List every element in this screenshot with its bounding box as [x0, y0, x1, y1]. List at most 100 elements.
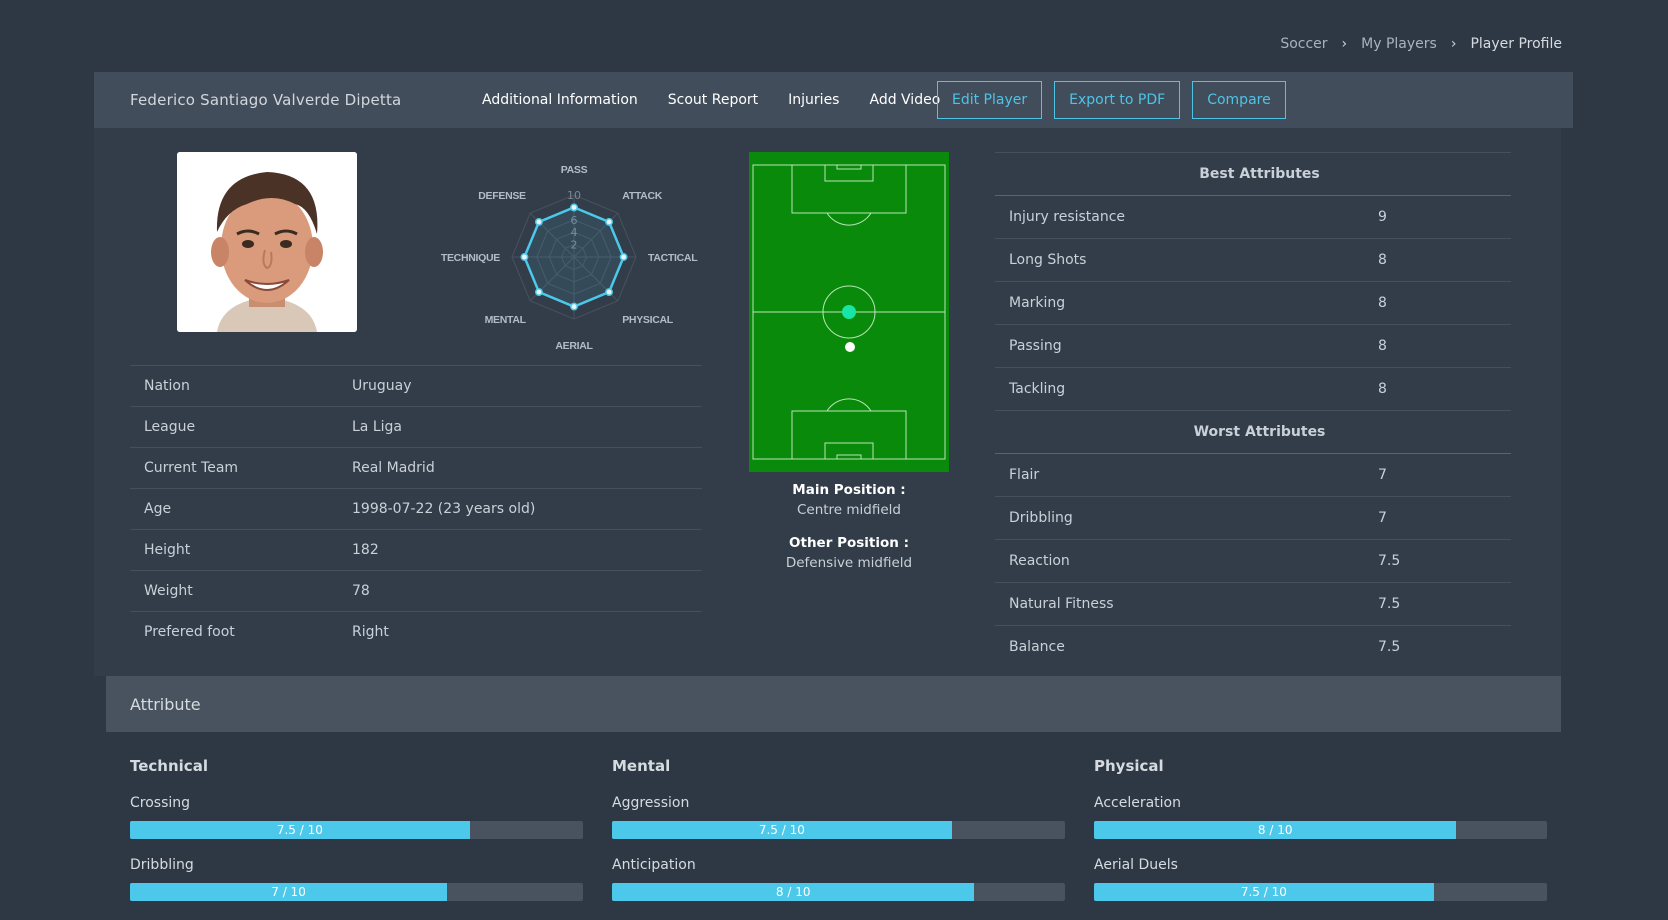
- info-row: League La Liga: [130, 406, 702, 448]
- attribute-value: 7: [1378, 453, 1511, 497]
- section-title: Worst Attributes: [995, 410, 1511, 454]
- attribute-name: Passing: [995, 324, 1378, 368]
- attribute-radar-chart: 246810PASSATTACKTACTICALPHYSICALAERIALME…: [441, 164, 699, 352]
- info-label: League: [130, 406, 352, 448]
- attribute-bar-label: Acceleration: [1094, 795, 1181, 811]
- attribute-bar-label: Aggression: [612, 795, 690, 811]
- attribute-bar-label: Crossing: [130, 795, 191, 811]
- radar-point: [570, 203, 578, 212]
- attribute-name: Reaction: [995, 539, 1378, 583]
- attribute-value: 7.5: [1378, 539, 1511, 583]
- info-label: Current Team: [130, 447, 352, 489]
- radar-axis-label: MENTAL: [485, 314, 527, 326]
- position-pitch: [749, 152, 949, 472]
- attribute-progress-bar: 8 / 10: [612, 883, 1065, 901]
- info-row: Nation Uruguay: [130, 365, 702, 407]
- main-position-marker: [842, 305, 856, 319]
- attribute-row: Natural Fitness 7.5: [995, 582, 1511, 626]
- attribute-progress-fill: 7.5 / 10: [612, 821, 952, 839]
- attribute-value: 9: [1378, 195, 1511, 239]
- attribute-name: Dribbling: [995, 496, 1378, 540]
- info-value: 1998-07-22 (23 years old): [352, 488, 702, 530]
- info-label: Prefered foot: [130, 611, 352, 652]
- attribute-value: 8: [1378, 324, 1511, 368]
- radar-tick-label: 10: [567, 189, 581, 202]
- info-value: Right: [352, 611, 702, 652]
- info-label: Weight: [130, 570, 352, 612]
- section-title: Best Attributes: [995, 152, 1511, 196]
- info-row: Prefered foot Right: [130, 611, 702, 652]
- info-value: La Liga: [352, 406, 702, 448]
- attribute-name: Tackling: [995, 367, 1378, 411]
- attribute-row: Tackling 8: [995, 367, 1511, 411]
- player-header: Federico Santiago Valverde Dipetta Addit…: [94, 72, 1573, 128]
- attribute-name: Long Shots: [995, 238, 1378, 282]
- compare-button[interactable]: Compare: [1192, 81, 1286, 119]
- attribute-bar-item: Crossing 7.5 / 10: [130, 795, 583, 839]
- attribute-name: Natural Fitness: [995, 582, 1378, 626]
- breadcrumb-current: Player Profile: [1470, 36, 1562, 52]
- chevron-right-icon: ›: [1450, 36, 1457, 52]
- other-position-value: Defensive midfield: [785, 555, 913, 571]
- attribute-name: Balance: [995, 625, 1378, 668]
- edit-player-button[interactable]: Edit Player: [937, 81, 1043, 119]
- attribute-column-physical: Physical Acceleration 8 / 10 Aerial Duel…: [1094, 757, 1547, 919]
- info-value: 182: [352, 529, 702, 571]
- main-position-value: Centre midfield: [796, 502, 902, 518]
- attribute-bar-item: Aerial Duels 7.5 / 10: [1094, 857, 1547, 901]
- attribute-bar-item: Dribbling 7 / 10: [130, 857, 583, 901]
- radar-point: [534, 217, 543, 226]
- attribute-bar-item: Anticipation 8 / 10: [612, 857, 1065, 901]
- attribute-row: Balance 7.5: [995, 625, 1511, 668]
- other-position-title: Other Position :: [789, 535, 909, 551]
- info-row: Age 1998-07-22 (23 years old): [130, 488, 702, 530]
- attribute-bar-label: Dribbling: [130, 857, 194, 873]
- player-photo: [177, 152, 357, 332]
- best-title-heading: Best Attributes: [995, 152, 1511, 196]
- attribute-progress-fill: 7.5 / 10: [1094, 883, 1434, 901]
- attribute-progress-bar: 7.5 / 10: [130, 821, 583, 839]
- attribute-bar-label: Anticipation: [612, 857, 696, 873]
- radar-axis-label: DEFENSE: [478, 190, 526, 202]
- export-pdf-button[interactable]: Export to PDF: [1054, 81, 1181, 119]
- radar-point: [570, 302, 578, 311]
- info-value: Real Madrid: [352, 447, 702, 489]
- radar-point: [534, 288, 543, 297]
- info-label: Nation: [130, 365, 352, 407]
- attribute-section-header: Attribute: [106, 676, 1561, 732]
- player-nav: Additional Information Scout Report Inju…: [482, 92, 970, 108]
- attribute-row: Marking 8: [995, 281, 1511, 325]
- attribute-bar-label: Aerial Duels: [1094, 857, 1178, 873]
- radar-axis-label: AERIAL: [555, 340, 593, 352]
- attribute-column-mental: Mental Aggression 7.5 / 10 Anticipation …: [612, 757, 1065, 919]
- attribute-row: Passing 8: [995, 324, 1511, 368]
- attribute-name: Flair: [995, 453, 1378, 497]
- attribute-column-title: Mental: [612, 757, 671, 775]
- attribute-progress-fill: 7.5 / 10: [130, 821, 470, 839]
- worst-title-heading: Worst Attributes: [995, 410, 1511, 454]
- breadcrumb-soccer[interactable]: Soccer: [1280, 36, 1327, 52]
- nav-additional-information[interactable]: Additional Information: [482, 92, 638, 108]
- attribute-name: Marking: [995, 281, 1378, 325]
- nav-injuries[interactable]: Injuries: [788, 92, 839, 108]
- attribute-progress-bar: 7.5 / 10: [612, 821, 1065, 839]
- info-row: Weight 78: [130, 570, 702, 612]
- main-position-block: Main Position : Centre midfield: [749, 482, 949, 518]
- nav-add-video[interactable]: Add Video: [869, 92, 940, 108]
- player-name: Federico Santiago Valverde Dipetta: [130, 91, 402, 109]
- attribute-bar-item: Acceleration 8 / 10: [1094, 795, 1547, 839]
- breadcrumb-my-players[interactable]: My Players: [1361, 36, 1437, 52]
- info-label: Age: [130, 488, 352, 530]
- best-worst-attributes-table: Best Attributes Injury resistance 9 Long S…: [995, 152, 1511, 668]
- attribute-progress-bar: 7.5 / 10: [1094, 883, 1547, 901]
- attribute-row: Flair 7: [995, 453, 1511, 497]
- attribute-progress-fill: 8 / 10: [1094, 821, 1457, 839]
- info-value: 78: [352, 570, 702, 612]
- attribute-row: Dribbling 7: [995, 496, 1511, 540]
- main-position-title: Main Position :: [792, 482, 906, 498]
- info-row: Height 182: [130, 529, 702, 571]
- nav-scout-report[interactable]: Scout Report: [668, 92, 758, 108]
- attribute-value: 7.5: [1378, 582, 1511, 626]
- radar-point: [619, 253, 628, 261]
- radar-point: [605, 288, 614, 297]
